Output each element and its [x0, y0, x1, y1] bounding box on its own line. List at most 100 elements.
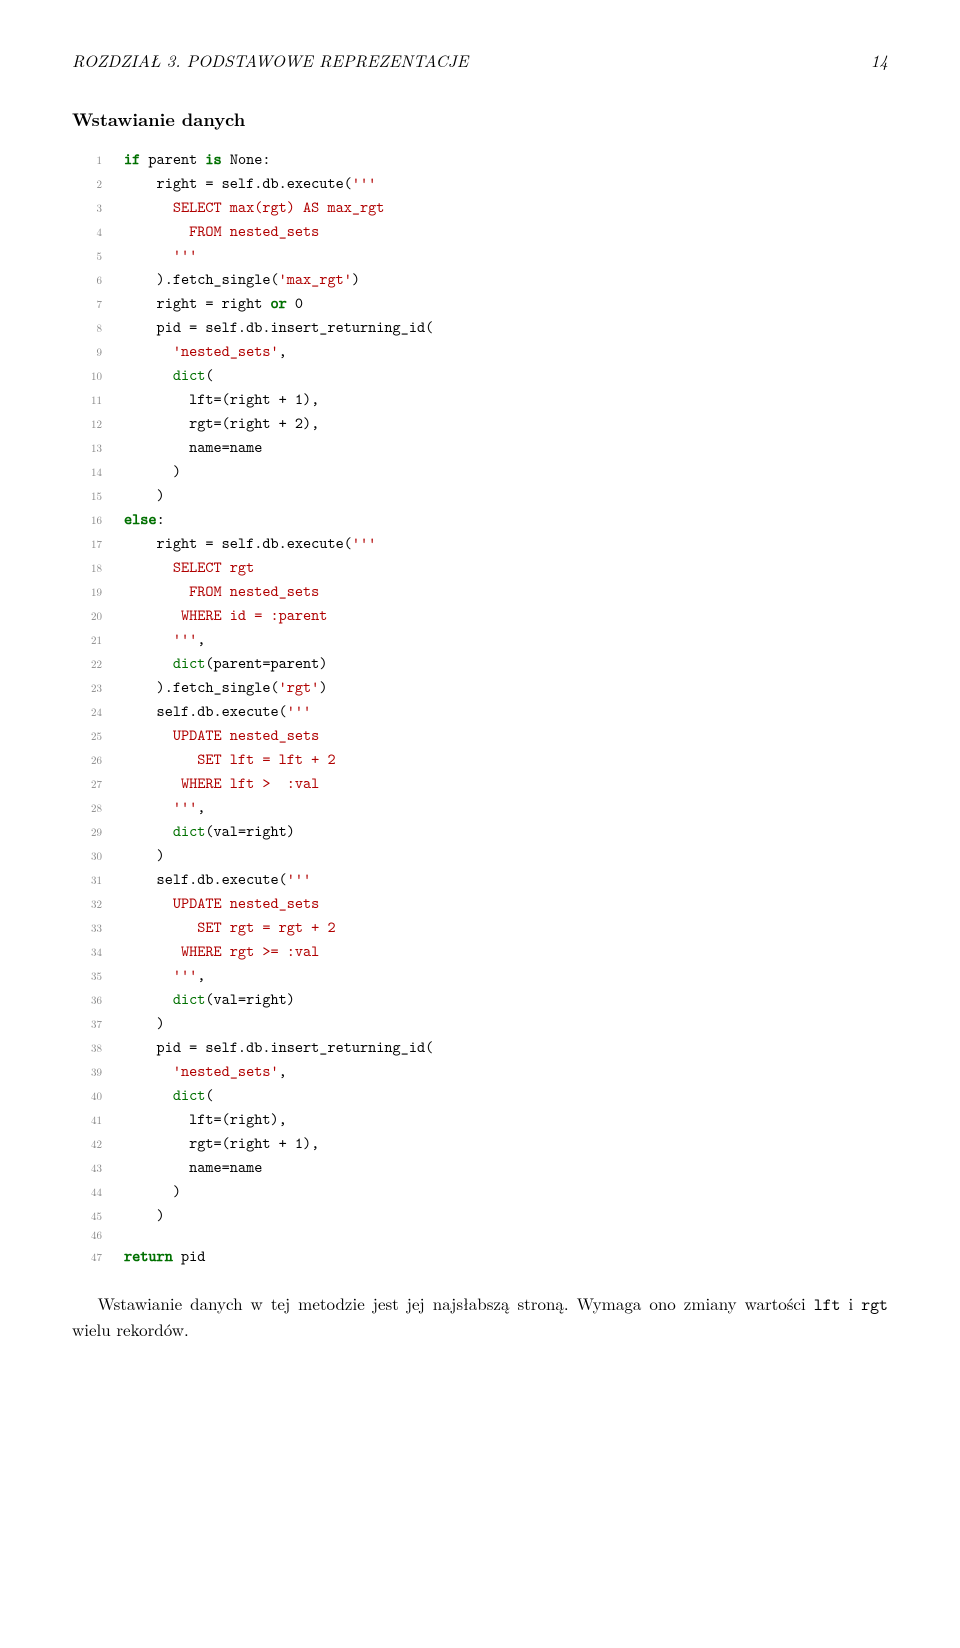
code-content: ).fetch_single('max_rgt'): [124, 267, 360, 291]
line-number: 43: [72, 1160, 102, 1177]
code-line: 47return pid: [72, 1244, 888, 1268]
code-line: 44 ): [72, 1179, 888, 1203]
code-line: 11 lft=(right + 1),: [72, 387, 888, 411]
line-number: 20: [72, 608, 102, 625]
code-content: dict(: [124, 1083, 214, 1107]
code-content: self.db.execute(''': [124, 867, 311, 891]
code-content: else:: [124, 507, 165, 531]
code-content: return pid: [124, 1244, 205, 1268]
code-content: right = self.db.execute(''': [124, 531, 376, 555]
para-text: Wstawianie danych w tej metodzie jest je…: [98, 1291, 814, 1315]
line-number: 37: [72, 1016, 102, 1033]
code-line: 34 WHERE rgt >= :val: [72, 939, 888, 963]
code-content: ).fetch_single('rgt'): [124, 675, 327, 699]
code-line: 9 'nested_sets',: [72, 339, 888, 363]
code-content: ): [124, 483, 165, 507]
line-number: 40: [72, 1088, 102, 1105]
line-number: 7: [72, 296, 102, 313]
code-line: 24 self.db.execute(''': [72, 699, 888, 723]
line-number: 34: [72, 944, 102, 961]
line-number: 6: [72, 272, 102, 289]
code-content: rgt=(right + 2),: [124, 411, 319, 435]
code-line: 18 SELECT rgt: [72, 555, 888, 579]
code-content: WHERE id = :parent: [124, 603, 327, 627]
code-line: 3 SELECT max(rgt) AS max_rgt: [72, 195, 888, 219]
line-number: 46: [72, 1227, 102, 1244]
body-paragraph: Wstawianie danych w tej metodzie jest je…: [72, 1291, 888, 1342]
line-number: 25: [72, 728, 102, 745]
line-number: 11: [72, 392, 102, 409]
code-line: 25 UPDATE nested_sets: [72, 723, 888, 747]
code-content: name=name: [124, 1155, 262, 1179]
code-line: 42 rgt=(right + 1),: [72, 1131, 888, 1155]
code-content: dict(val=right): [124, 987, 295, 1011]
line-number: 16: [72, 512, 102, 529]
code-content: ): [124, 1179, 181, 1203]
code-line: 30 ): [72, 843, 888, 867]
line-number: 32: [72, 896, 102, 913]
code-line: 12 rgt=(right + 2),: [72, 411, 888, 435]
inline-code: lft: [814, 1294, 841, 1316]
code-line: 31 self.db.execute(''': [72, 867, 888, 891]
code-content: WHERE rgt >= :val: [124, 939, 319, 963]
code-line: 16 else:: [72, 507, 888, 531]
running-header: ROZDZIAŁ 3. PODSTAWOWE REPREZENTACJE 14: [72, 48, 888, 73]
line-number: 45: [72, 1208, 102, 1225]
line-number: 23: [72, 680, 102, 697]
code-content: ''': [124, 243, 197, 267]
code-content: right = right or 0: [124, 291, 303, 315]
line-number: 33: [72, 920, 102, 937]
code-content: ): [124, 1203, 165, 1227]
line-number: 1: [72, 152, 102, 169]
line-number: 24: [72, 704, 102, 721]
line-number: 13: [72, 440, 102, 457]
code-line: 1if parent is None:: [72, 147, 888, 171]
line-number: 28: [72, 800, 102, 817]
code-content: UPDATE nested_sets: [124, 891, 319, 915]
inline-code: rgt: [861, 1294, 888, 1316]
line-number: 39: [72, 1064, 102, 1081]
line-number: 2: [72, 176, 102, 193]
code-line: 35 ''',: [72, 963, 888, 987]
code-line: 38 pid = self.db.insert_returning_id(: [72, 1035, 888, 1059]
line-number: 5: [72, 248, 102, 265]
line-number: 8: [72, 320, 102, 337]
code-line: 21 ''',: [72, 627, 888, 651]
code-line: 40 dict(: [72, 1083, 888, 1107]
line-number: 21: [72, 632, 102, 649]
code-content: lft=(right),: [124, 1107, 287, 1131]
code-line: 36 dict(val=right): [72, 987, 888, 1011]
code-line: 8 pid = self.db.insert_returning_id(: [72, 315, 888, 339]
line-number: 4: [72, 224, 102, 241]
line-number: 36: [72, 992, 102, 1009]
line-number: 3: [72, 200, 102, 217]
para-text: wielu rekordów.: [72, 1317, 189, 1341]
line-number: 29: [72, 824, 102, 841]
line-number: 30: [72, 848, 102, 865]
code-line: 33 SET rgt = rgt + 2: [72, 915, 888, 939]
code-line: 13 name=name: [72, 435, 888, 459]
code-line: 43 name=name: [72, 1155, 888, 1179]
code-line: 28 ''',: [72, 795, 888, 819]
code-content: UPDATE nested_sets: [124, 723, 319, 747]
code-line: 20 WHERE id = :parent: [72, 603, 888, 627]
code-line: 14 ): [72, 459, 888, 483]
code-line: 5 ''': [72, 243, 888, 267]
code-line: 39 'nested_sets',: [72, 1059, 888, 1083]
code-line: 17 right = self.db.execute(''': [72, 531, 888, 555]
code-content: name=name: [124, 435, 262, 459]
code-line: 2 right = self.db.execute(''': [72, 171, 888, 195]
code-content: ''',: [124, 627, 205, 651]
code-line: 32 UPDATE nested_sets: [72, 891, 888, 915]
line-number: 41: [72, 1112, 102, 1129]
line-number: 12: [72, 416, 102, 433]
code-content: rgt=(right + 1),: [124, 1131, 319, 1155]
page-number: 14: [871, 48, 888, 73]
line-number: 35: [72, 968, 102, 985]
line-number: 17: [72, 536, 102, 553]
code-listing: 1if parent is None:2 right = self.db.exe…: [72, 147, 888, 1269]
code-line: 7 right = right or 0: [72, 291, 888, 315]
code-line: 6 ).fetch_single('max_rgt'): [72, 267, 888, 291]
code-line: 15 ): [72, 483, 888, 507]
code-content: SELECT max(rgt) AS max_rgt: [124, 195, 384, 219]
